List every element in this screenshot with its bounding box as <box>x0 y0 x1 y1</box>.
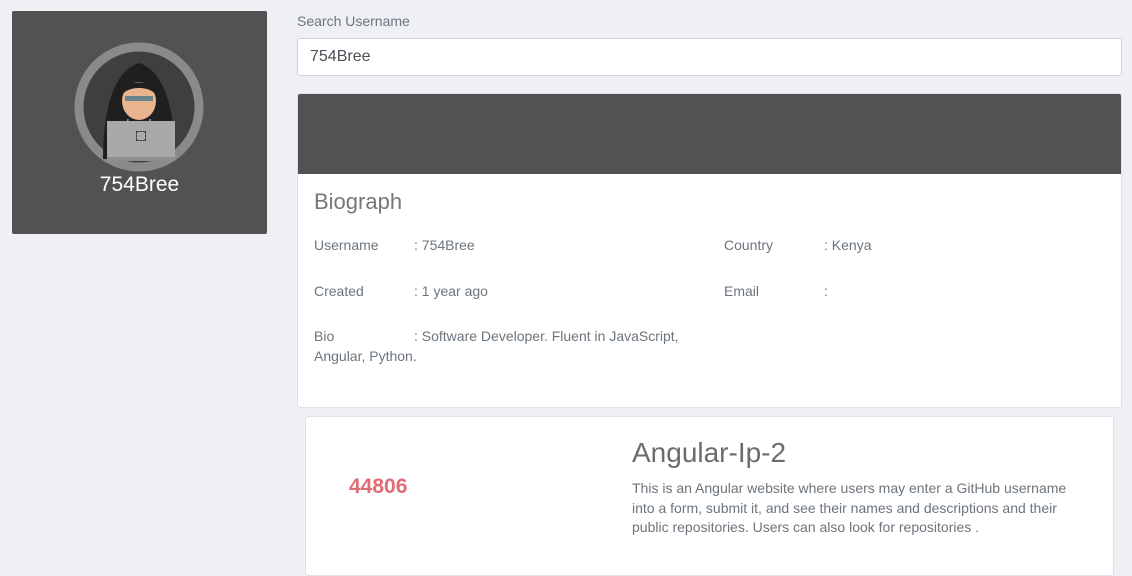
biograph-banner <box>298 94 1121 174</box>
profile-card: 754Bree <box>12 11 267 234</box>
search-input[interactable] <box>297 38 1122 76</box>
email-value: : <box>824 283 828 299</box>
search-label: Search Username <box>297 13 410 29</box>
biograph-title: Biograph <box>314 189 403 214</box>
profile-username: 754Bree <box>99 173 180 196</box>
country-value: : Kenya <box>824 237 872 253</box>
hacker-avatar-icon <box>74 42 204 172</box>
created-value: : 1 year ago <box>414 283 488 299</box>
biograph-card: Biograph Username : 754Bree Country : Ke… <box>297 93 1122 408</box>
bio-value: : Software Developer. Fluent in JavaScri… <box>414 328 679 344</box>
repo-description: This is an Angular website where users m… <box>632 480 1067 535</box>
username-value: : 754Bree <box>414 237 475 253</box>
expand-icon[interactable] <box>136 131 146 141</box>
repo-count: 44806 <box>349 475 408 498</box>
created-label: Created <box>314 283 364 299</box>
bio-value-continued: Angular, Python. <box>314 348 417 364</box>
repo-name[interactable]: Angular-Ip-2 <box>632 437 786 469</box>
email-label: Email <box>724 283 760 299</box>
repo-card: 44806 Angular-Ip-2 This is an Angular we… <box>305 416 1114 576</box>
username-label: Username <box>314 237 379 253</box>
bio-label: Bio <box>314 328 335 344</box>
avatar <box>73 41 205 173</box>
country-label: Country <box>724 237 774 253</box>
